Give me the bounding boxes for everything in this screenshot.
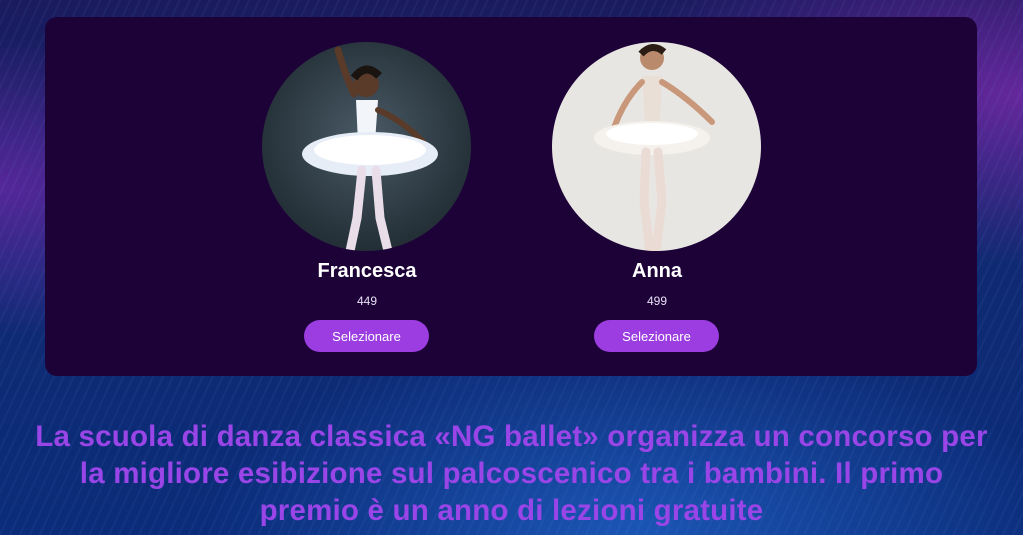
- select-button-anna[interactable]: Selezionare: [594, 320, 719, 352]
- dancer-photo: [552, 42, 761, 251]
- vote-count: 449: [356, 294, 378, 308]
- select-button-francesca[interactable]: Selezionare: [304, 320, 429, 352]
- dancer-name: Anna: [632, 260, 682, 282]
- contest-headline: La scuola di danza classica «NG ballet» …: [35, 420, 988, 527]
- dancer-name: Francesca: [317, 260, 417, 282]
- dancer-photo: [262, 42, 471, 251]
- vote-count: 499: [646, 294, 668, 308]
- dancers-card: Francesca 449 Selezionare Anna 499 Selez…: [45, 17, 977, 376]
